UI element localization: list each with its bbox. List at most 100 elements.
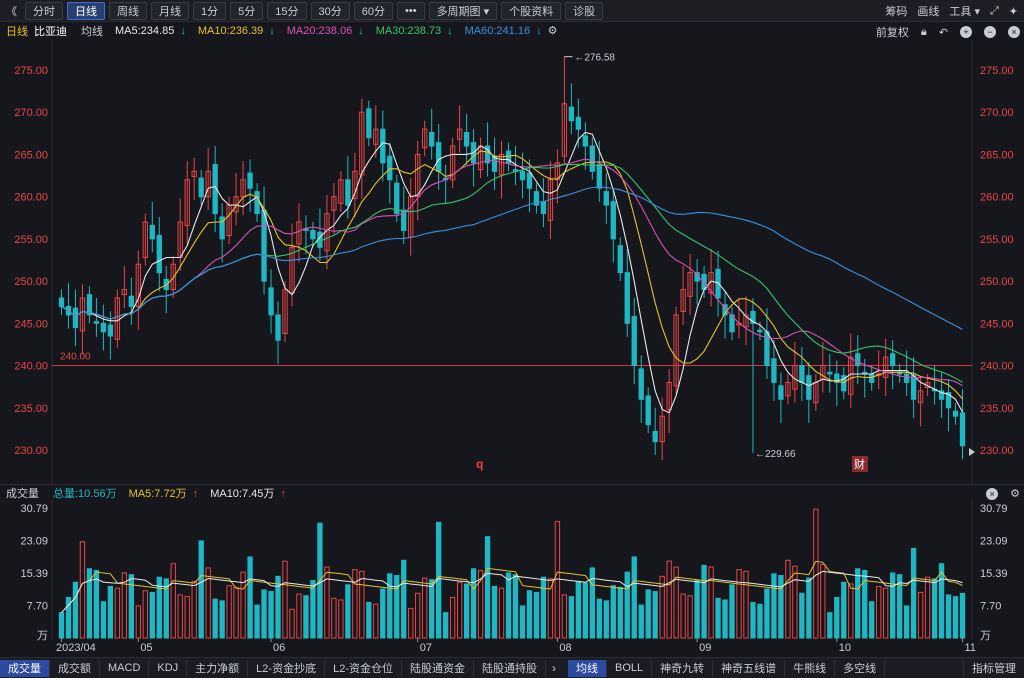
indicator-tab-right-1[interactable]: BOLL (607, 659, 653, 677)
volume-bar (289, 608, 295, 639)
undo-icon[interactable]: ↶ (939, 26, 948, 39)
volume-bar (247, 556, 253, 639)
indicator-tab-left-6[interactable]: L2-资金仓位 (325, 659, 402, 677)
indicator-tab-left-5[interactable]: L2-资金抄底 (248, 659, 326, 677)
volume-bar (806, 577, 812, 639)
indicator-tab-left-7[interactable]: 陆股通资金 (402, 659, 474, 677)
volume-bar (387, 573, 393, 639)
close-icon[interactable]: × (1008, 26, 1020, 38)
candle-body (310, 229, 316, 240)
price-axis-right-2: 265.00 (980, 149, 1014, 161)
candle-body (652, 430, 658, 443)
fullscreen-icon[interactable]: ⤢ (990, 5, 999, 18)
ma20-value: MA20:238.06 ↓ (286, 24, 364, 37)
zoom-out-icon[interactable]: − (984, 26, 996, 38)
indicator-tab-left-8[interactable]: 陆股通持股 (474, 659, 546, 677)
candle-body (275, 314, 281, 341)
date-label-6: 10 (839, 642, 851, 654)
candle-body (589, 145, 595, 172)
price-axis-right-8: 235.00 (980, 403, 1014, 415)
volume-bar (959, 592, 966, 639)
period-button-10[interactable]: 多周期图 ▾ (428, 1, 498, 20)
draw-button[interactable]: 画线 (917, 3, 939, 19)
price-axis-left-6: 245.00 (14, 318, 48, 330)
volume-bar (792, 565, 798, 639)
indicator-tab-left-1[interactable]: 成交额 (50, 659, 100, 677)
tabs-scroll-icon[interactable]: › (546, 661, 562, 675)
indicator-tab-right-5[interactable]: 多空线 (835, 659, 886, 677)
candle-body (645, 395, 651, 426)
volume-bar (526, 590, 533, 639)
period-button-7[interactable]: 30分 (310, 1, 350, 20)
volume-bar (750, 602, 756, 639)
candle-body (603, 191, 609, 206)
volume-bar (72, 581, 79, 639)
volume-bar (219, 600, 225, 639)
period-button-9[interactable]: ••• (397, 1, 425, 20)
indicator-tab-right-4[interactable]: 牛熊线 (785, 659, 836, 677)
ma60-line (61, 186, 963, 330)
period-button-11[interactable]: 个股资料 (501, 1, 562, 20)
period-button-1[interactable]: 日线 (67, 1, 105, 20)
volume-bar (736, 569, 742, 639)
back-button[interactable]: 《 (6, 3, 17, 19)
indicator-tabs-right: 均线 BOLL 神奇九转 神奇五线谱 牛熊线 多空线 (567, 658, 886, 678)
volume-bar (191, 580, 197, 639)
volume-bar (652, 591, 658, 639)
chip-button[interactable]: 筹码 (885, 3, 907, 19)
volume-bar (610, 585, 616, 639)
indicator-tab-left-0[interactable]: 成交量 (0, 659, 50, 677)
zoom-in-icon[interactable]: + (960, 26, 972, 38)
indicator-tab-right-3[interactable]: 神奇五线谱 (713, 659, 786, 677)
period-button-8[interactable]: 60分 (353, 1, 393, 20)
period-button-12[interactable]: 诊股 (565, 1, 604, 20)
ma30-value: MA30:238.73 ↓ (375, 24, 453, 37)
ma-bar-icons: 前复权 🔒︎ ↶ + − × (870, 24, 1020, 40)
vol-axis-left-1: 23.09 (20, 536, 48, 548)
volume-bar (149, 591, 155, 639)
volume-bar (917, 591, 924, 639)
volume-bar (198, 540, 204, 639)
candle-body (149, 224, 155, 240)
candle-body (519, 170, 526, 181)
indicator-tab-right-2[interactable]: 神奇九转 (652, 659, 714, 677)
period-button-2[interactable]: 周线 (109, 1, 147, 20)
period-button-0[interactable]: 分时 (25, 1, 63, 20)
volume-bar (58, 612, 65, 639)
price-axis-left-4: 255.00 (14, 234, 48, 246)
period-button-6[interactable]: 15分 (267, 1, 307, 20)
volume-bar (261, 589, 267, 639)
date-label-7: 11 (965, 642, 976, 654)
ma30-line (61, 163, 963, 383)
volume-close-icon[interactable]: × (986, 487, 999, 500)
volume-bar (359, 570, 365, 639)
ma-settings-icon[interactable]: ⚙ (548, 24, 558, 37)
indicator-tab-left-3[interactable]: KDJ (149, 659, 188, 677)
indicator-manager-button[interactable]: 指标管理 (963, 659, 1024, 677)
volume-bar (715, 597, 721, 639)
candle-body (596, 164, 602, 189)
candle-body (959, 412, 966, 447)
indicator-tab-left-2[interactable]: MACD (100, 659, 150, 677)
candle-body (261, 209, 267, 282)
volume-chart[interactable]: 30.79 30.79 23.09 23.09 15.39 15.39 7.70 7.70 万 万… (0, 500, 1024, 657)
indicator-tab-left-4[interactable]: 主力净额 (187, 659, 249, 677)
volume-bar (114, 587, 121, 639)
candle-body (463, 131, 470, 147)
volume-bar (470, 568, 477, 639)
settings-icon[interactable]: ✦ (1009, 5, 1018, 18)
period-button-3[interactable]: 月线 (151, 1, 189, 20)
period-buttons: 《分时 日线 周线 月线 1分 5分 15分 30分 60分 ••• 多周期图 ▾ 个股资料 诊股 (0, 1, 604, 20)
period-button-4[interactable]: 1分 (193, 1, 227, 20)
period-button-5[interactable]: 5分 (230, 1, 264, 20)
candle-body (254, 191, 260, 215)
adjust-label[interactable]: 前复权 (876, 24, 909, 40)
volume-bar (743, 570, 749, 639)
volume-bar (666, 560, 672, 639)
tools-button[interactable]: 工具 ▾ (949, 3, 980, 19)
lock-icon[interactable]: 🔒︎ (921, 26, 927, 39)
volume-bar (401, 559, 407, 639)
price-chart[interactable]: 275.00 275.00 270.00 270.00 265.00 265.00 260.… (0, 40, 1024, 484)
indicator-tab-right-0[interactable]: 均线 (567, 659, 607, 677)
volume-settings-icon[interactable]: ⚙ (1010, 487, 1020, 500)
